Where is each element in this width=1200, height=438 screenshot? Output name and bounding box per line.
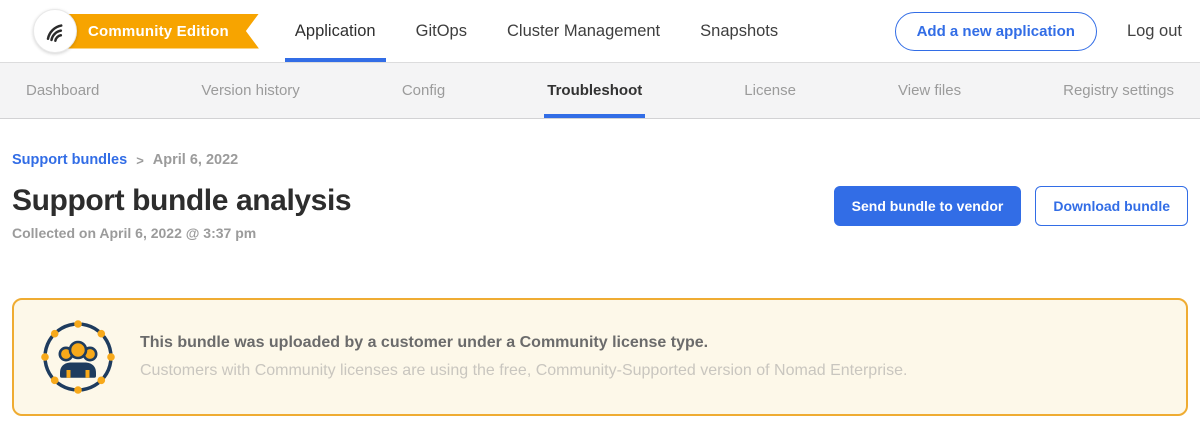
tab-cluster-management[interactable]: Cluster Management xyxy=(497,0,670,62)
community-people-icon xyxy=(38,317,118,397)
community-edition-badge: Community Edition xyxy=(56,14,259,49)
tab-gitops[interactable]: GitOps xyxy=(406,0,477,62)
secondary-nav: Dashboard Version history Config Trouble… xyxy=(0,62,1200,119)
banner-title: This bundle was uploaded by a customer u… xyxy=(140,334,907,352)
header-actions: Add a new application Log out xyxy=(895,0,1184,62)
primary-nav: Application GitOps Cluster Management Sn… xyxy=(275,0,798,62)
title-block: Support bundle analysis Collected on Apr… xyxy=(12,184,351,241)
replicated-logo-icon xyxy=(33,9,77,53)
send-bundle-button[interactable]: Send bundle to vendor xyxy=(834,186,1022,226)
subnav-dashboard[interactable]: Dashboard xyxy=(23,63,102,118)
subnav-license[interactable]: License xyxy=(741,63,799,118)
main-content: Support bundles > April 6, 2022 Support … xyxy=(0,152,1200,416)
tab-snapshots[interactable]: Snapshots xyxy=(690,0,788,62)
add-application-button[interactable]: Add a new application xyxy=(895,12,1097,51)
collected-timestamp: Collected on April 6, 2022 @ 3:37 pm xyxy=(12,225,351,241)
banner-description: Customers with Community licenses are us… xyxy=(140,362,907,380)
subnav-registry-settings[interactable]: Registry settings xyxy=(1060,63,1177,118)
bundle-actions: Send bundle to vendor Download bundle xyxy=(834,186,1188,226)
download-bundle-button[interactable]: Download bundle xyxy=(1035,186,1188,226)
subnav-view-files[interactable]: View files xyxy=(895,63,964,118)
subnav-config[interactable]: Config xyxy=(399,63,448,118)
banner-text: This bundle was uploaded by a customer u… xyxy=(140,334,907,380)
logout-link[interactable]: Log out xyxy=(1127,22,1182,41)
breadcrumb-link-support-bundles[interactable]: Support bundles xyxy=(12,152,127,168)
tab-application[interactable]: Application xyxy=(285,0,386,62)
top-header: Community Edition Application GitOps Clu… xyxy=(0,0,1200,62)
community-license-banner: This bundle was uploaded by a customer u… xyxy=(12,298,1188,416)
brand: Community Edition xyxy=(33,0,259,62)
breadcrumb-separator: > xyxy=(136,153,144,168)
breadcrumb: Support bundles > April 6, 2022 xyxy=(12,152,1188,168)
page-title: Support bundle analysis xyxy=(12,184,351,218)
subnav-troubleshoot[interactable]: Troubleshoot xyxy=(544,63,645,118)
breadcrumb-current: April 6, 2022 xyxy=(153,152,238,168)
title-row: Support bundle analysis Collected on Apr… xyxy=(12,184,1188,241)
subnav-version-history[interactable]: Version history xyxy=(198,63,302,118)
